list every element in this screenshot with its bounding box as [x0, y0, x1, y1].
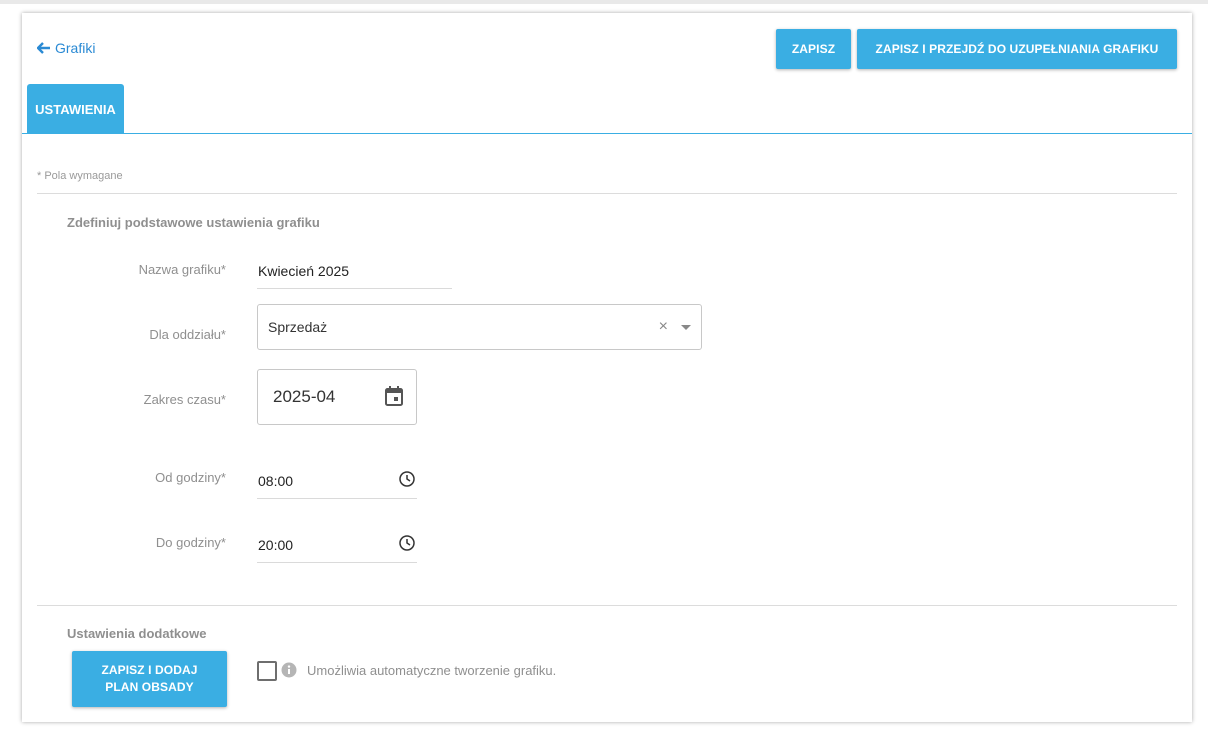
info-icon[interactable]	[281, 662, 297, 678]
tab-settings[interactable]: USTAWIENIA	[27, 84, 124, 134]
settings-card: Grafiki ZAPISZ ZAPISZ I PRZEJDŹ DO UZUPE…	[22, 13, 1192, 722]
save-button[interactable]: ZAPISZ	[776, 29, 851, 69]
auto-create-checkbox[interactable]	[257, 661, 277, 681]
end-hour-input[interactable]: 20:00	[257, 523, 417, 563]
divider	[37, 605, 1177, 606]
auto-create-label: Umożliwia automatyczne tworzenie grafiku…	[307, 663, 557, 678]
save-and-fill-schedule-button[interactable]: ZAPISZ I PRZEJDŹ DO UZUPEŁNIANIA GRAFIKU	[857, 29, 1177, 69]
back-to-schedules-link[interactable]: Grafiki	[37, 40, 95, 56]
clear-selection-icon[interactable]: ×	[659, 318, 668, 336]
time-range-label: Zakres czasu*	[143, 392, 226, 407]
schedule-name-label: Nazwa grafiku*	[138, 262, 226, 277]
plan-button-line-1: ZAPISZ I DODAJ	[101, 663, 198, 677]
required-fields-note: * Pola wymagane	[37, 170, 123, 182]
department-label: Dla oddziału*	[149, 327, 226, 342]
month-picker-value: 2025-04	[273, 387, 336, 406]
end-hour-label: Do godziny*	[155, 535, 226, 550]
plan-button-line-2: PLAN OBSADY	[105, 680, 194, 694]
end-hour-value: 20:00	[258, 537, 294, 553]
calendar-icon[interactable]	[385, 386, 403, 406]
start-hour-value: 08:00	[258, 473, 294, 489]
top-strip	[0, 0, 1208, 4]
clock-icon[interactable]	[399, 535, 415, 551]
schedule-name-input[interactable]: Kwiecień 2025	[257, 249, 452, 289]
save-and-add-staffing-plan-button[interactable]: ZAPISZ I DODAJ PLAN OBSADY	[72, 651, 227, 707]
department-select[interactable]: Sprzedaż ×	[257, 304, 702, 350]
basic-settings-title: Zdefiniuj podstawowe ustawienia grafiku	[67, 215, 320, 230]
additional-settings-title: Ustawienia dodatkowe	[67, 626, 207, 641]
arrow-left-icon	[37, 42, 50, 54]
clock-icon[interactable]	[399, 471, 415, 487]
start-hour-input[interactable]: 08:00	[257, 459, 417, 499]
start-hour-label: Od godziny*	[155, 470, 226, 485]
back-link-label: Grafiki	[55, 40, 96, 56]
chevron-down-icon[interactable]	[681, 325, 691, 330]
divider	[37, 193, 1177, 194]
department-selected-value: Sprzedaż	[268, 319, 328, 335]
month-picker-input[interactable]: 2025-04	[257, 369, 417, 425]
tab-underline	[22, 133, 1192, 134]
